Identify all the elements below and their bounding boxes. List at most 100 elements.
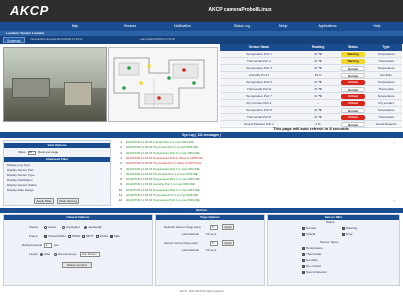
- sensor-group-apply-button[interactable]: Apply: [222, 240, 234, 246]
- col-reading[interactable]: Reading: [300, 44, 336, 51]
- frame-faso-checkbox[interactable]: [96, 235, 99, 238]
- menu-status-log[interactable]: Status Log: [222, 22, 262, 31]
- type-temperature-label: Temperature: [306, 246, 323, 250]
- sensor-row[interactable]: Dry Contact Port 2 -- Critical Dry contact: [220, 100, 402, 107]
- site-map[interactable]: [108, 47, 218, 122]
- viewer-applet-radio[interactable]: [62, 226, 65, 229]
- syslog-title-bar: Sys Log ( 131 messages ): [0, 132, 403, 138]
- sensor-name[interactable]: Thermostat Port 6: [220, 86, 298, 93]
- menu-map[interactable]: Map: [55, 22, 95, 31]
- col-sensor-name[interactable]: Sensor Name: [220, 44, 298, 51]
- camera-options-title: Camera Options: [66, 215, 90, 219]
- log-message: 2011/07/30 11:02:18 Temperature Port 1 i…: [126, 150, 200, 155]
- sensor-reading: 21 ℃: [314, 115, 322, 119]
- motion-control-button[interactable]: Motion Control: [62, 262, 92, 268]
- reload-input[interactable]: 1: [44, 243, 52, 248]
- log-line: 12 2011/07/30 11:02:18 Temperature Port 1…: [114, 198, 384, 203]
- camera-feed[interactable]: [3, 47, 107, 122]
- type-humidity-checkbox[interactable]: [302, 259, 305, 262]
- sensor-type: Temperature: [377, 94, 395, 98]
- network-page-input[interactable]: 5: [210, 225, 218, 230]
- sensor-name[interactable]: Temperature Port 1: [220, 51, 298, 58]
- type-drycontact-checkbox[interactable]: [302, 265, 305, 268]
- log-index: 2: [120, 145, 122, 150]
- status-badge: Warning: [341, 52, 365, 57]
- type-temperature-checkbox[interactable]: [302, 247, 305, 250]
- menu-help[interactable]: Help: [362, 22, 392, 31]
- sensor-row[interactable]: Temperature Port 7 21 ℃ Critical Temperatur…: [220, 93, 402, 100]
- layout-sensorlogs-radio[interactable]: [54, 253, 57, 256]
- camera-options-header: Camera Options: [4, 215, 152, 220]
- sensor-name[interactable]: Thermostat Port 1: [220, 58, 298, 65]
- sensor-row[interactable]: Temperature Port 8 21 ℃ Normal Temperature: [220, 107, 402, 114]
- status-critical-label: Critical: [306, 232, 316, 236]
- status-warning-checkbox[interactable]: [342, 227, 345, 230]
- sensor-type: Humidity: [380, 73, 392, 77]
- view-options-header: View Options: [4, 143, 110, 148]
- syslog-scroll[interactable]: ⌃ ⌄: [390, 140, 400, 206]
- col-type[interactable]: Type: [370, 44, 402, 51]
- viewer-applet-label: AnyApplet: [66, 225, 80, 229]
- frame-sdtt-checkbox[interactable]: [82, 235, 85, 238]
- menu-notification[interactable]: Notification: [160, 22, 205, 31]
- sensor-name[interactable]: Temperature Port 8: [220, 107, 298, 114]
- clear-syslog-button[interactable]: Clear SysLog: [57, 198, 79, 204]
- sensor-type: Temperature: [377, 52, 395, 56]
- frame-pnss-checkbox[interactable]: [68, 235, 71, 238]
- sensor-name[interactable]: Dry Contact Port 2: [220, 100, 298, 107]
- frame-map-checkbox[interactable]: [110, 235, 113, 238]
- type-sound-checkbox[interactable]: [302, 271, 305, 274]
- akcp-logo: AKCP: [10, 3, 49, 18]
- sensor-row[interactable]: Temperature Port 1 21 ℃ Warning Temperature: [220, 51, 402, 58]
- sensor-row[interactable]: Temperature Port 5 21 ℃ Critical Temperatur…: [220, 79, 402, 86]
- filter-date-range[interactable]: Display Date Range: [7, 188, 34, 193]
- layout-screen-select[interactable]: Use Screen: [80, 252, 100, 257]
- apply-filter-button[interactable]: Apply Filter: [34, 198, 54, 204]
- layout-auto-radio[interactable]: [40, 253, 43, 256]
- advanced-filter-header: Advanced Filter: [4, 157, 110, 162]
- sensor-name[interactable]: Temperature Port 5: [220, 79, 298, 86]
- sensor-name[interactable]: Temperature Port 3: [220, 65, 298, 72]
- log-index: 8: [120, 177, 122, 182]
- log-index: 7: [120, 171, 122, 176]
- sensor-reading: 21 ℃: [314, 66, 322, 70]
- view-options-title: View Options: [47, 143, 67, 147]
- sensor-row[interactable]: Temperature Port 3 21 ℃ Normal Temperature: [220, 65, 402, 72]
- type-thermostat-checkbox[interactable]: [302, 253, 305, 256]
- sensor-row[interactable]: Thermostat Port 8 21 ℃ Critical Thermostat: [220, 114, 402, 121]
- sensor-reading: 21 ℃: [314, 52, 322, 56]
- syslog-title: Sys Log ( 131 messages ): [182, 133, 221, 137]
- viewer-javascript-radio[interactable]: [84, 226, 87, 229]
- scroll-up-icon[interactable]: ⌃: [393, 142, 396, 146]
- col-status[interactable]: Status: [338, 44, 368, 51]
- type-humidity-label: Humidity: [306, 258, 318, 262]
- network-apply-button[interactable]: Apply: [222, 224, 234, 230]
- status-badge: Normal: [341, 66, 365, 71]
- sensor-group-input[interactable]: 5: [210, 241, 218, 246]
- status-critical-checkbox[interactable]: [302, 233, 305, 236]
- sensor-row[interactable]: Humidity Port 4 45 % Normal Humidity: [220, 72, 402, 79]
- menu-setup[interactable]: Setup: [268, 22, 298, 31]
- viewer-active-radio[interactable]: [44, 226, 47, 229]
- frame-camera-checkbox[interactable]: [44, 235, 47, 238]
- scroll-down-icon[interactable]: ⌄: [393, 198, 396, 202]
- log-index: 1: [120, 140, 122, 144]
- log-line: 2 2011/07/30 11:02:18 Thermostat Port 1 i…: [114, 145, 384, 150]
- camera-info: CameraAKC-cameraprobe 8/1/2011 12:34:31: [30, 38, 83, 41]
- status-normal-checkbox[interactable]: [302, 227, 305, 230]
- frame-label: Frame: [29, 234, 38, 238]
- sensor-reading: 21 ℃: [314, 59, 322, 63]
- log-message: 2011/07/30 11:02:18 Thermostat Port 1 is…: [126, 193, 198, 197]
- menu-applications[interactable]: Applications: [305, 22, 350, 31]
- sensor-name[interactable]: Thermostat Port 8: [220, 114, 298, 121]
- app-title: AKCP cameraProbe8Linux: [208, 7, 272, 13]
- status-error-checkbox[interactable]: [342, 233, 345, 236]
- sensor-row[interactable]: Thermostat Port 6 21 ℃ Normal Thermostat: [220, 86, 402, 93]
- sensor-name[interactable]: Humidity Port 4: [220, 72, 298, 79]
- sensor-name[interactable]: Temperature Port 7: [220, 93, 298, 100]
- sensor-row[interactable]: Thermostat Port 1 21 ℃ Warning Thermostat: [220, 58, 402, 65]
- tab-summary[interactable]: Summary: [3, 37, 25, 43]
- menu-sensors[interactable]: Sensors: [110, 22, 150, 31]
- log-message: 2011/07/30 11:02:18 A Smart Port 3 is no…: [126, 140, 194, 144]
- sensor-reading: 21 ℃: [314, 94, 322, 98]
